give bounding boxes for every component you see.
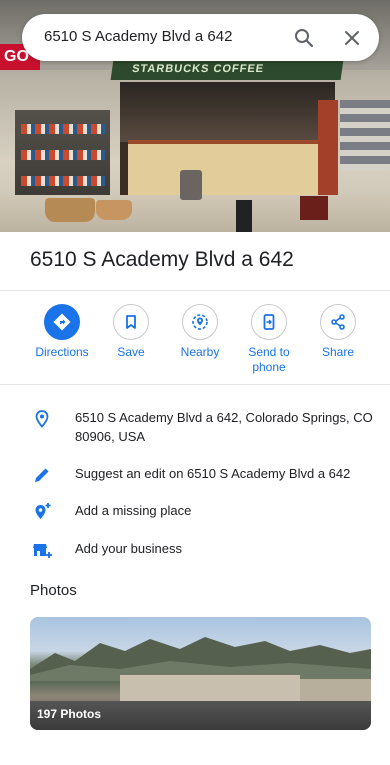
- action-buttons: Directions Save Nearby Send to phone Sha…: [22, 304, 372, 384]
- nearby-button[interactable]: Nearby: [165, 304, 235, 360]
- divider: [0, 384, 390, 385]
- directions-label: Directions: [35, 345, 89, 359]
- add-missing-place-text: Add a missing place: [75, 503, 192, 518]
- divider: [0, 290, 390, 291]
- suggest-edit-text: Suggest an edit on 6510 S Academy Blvd a…: [75, 466, 351, 481]
- basket: [96, 200, 132, 220]
- add-business-text: Add your business: [75, 541, 182, 556]
- search-bar[interactable]: 6510 S Academy Blvd a 642: [22, 14, 379, 61]
- aisle-shelves: [340, 100, 390, 170]
- kiosk-pillar: [318, 100, 338, 200]
- share-label: Share: [321, 345, 355, 359]
- kiosk-counter: [128, 140, 318, 200]
- coffee-banner: STARBUCKS COFFEE: [110, 60, 344, 80]
- nearby-icon: [192, 314, 208, 330]
- add-business-icon: [31, 539, 53, 561]
- send-to-phone-button[interactable]: Send to phone: [234, 304, 304, 375]
- address-text: 6510 S Academy Blvd a 642, Colorado Spri…: [75, 410, 373, 444]
- building: [120, 675, 300, 703]
- share-button[interactable]: Share: [303, 304, 373, 360]
- mountain-scene: [30, 637, 371, 681]
- photos-heading: Photos: [30, 582, 77, 599]
- kiosk-menu-area: [120, 82, 335, 142]
- save-button[interactable]: Save: [96, 304, 166, 360]
- bookmark-icon: [126, 315, 136, 329]
- photo-count: 197 Photos: [37, 707, 102, 721]
- search-input[interactable]: 6510 S Academy Blvd a 642: [44, 28, 232, 45]
- save-label: Save: [117, 345, 145, 359]
- add-location-icon: [31, 501, 53, 523]
- send-to-phone-label: Send to phone: [248, 345, 290, 374]
- search-icon[interactable]: [292, 26, 316, 50]
- stool: [180, 170, 202, 200]
- basket: [45, 198, 95, 222]
- location-pin-icon: [31, 408, 53, 430]
- directions-button[interactable]: Directions: [27, 304, 97, 360]
- close-icon[interactable]: [340, 26, 364, 50]
- pencil-icon: [31, 464, 53, 486]
- place-title: 6510 S Academy Blvd a 642: [30, 248, 294, 271]
- send-to-phone-icon: [263, 314, 275, 330]
- share-icon: [331, 314, 345, 330]
- sign-board: [300, 196, 328, 220]
- directions-icon: [53, 313, 71, 331]
- photos-thumbnail[interactable]: 197 Photos: [30, 617, 371, 730]
- nearby-label: Nearby: [180, 345, 220, 359]
- building: [300, 679, 371, 703]
- trash-bin: [236, 200, 252, 232]
